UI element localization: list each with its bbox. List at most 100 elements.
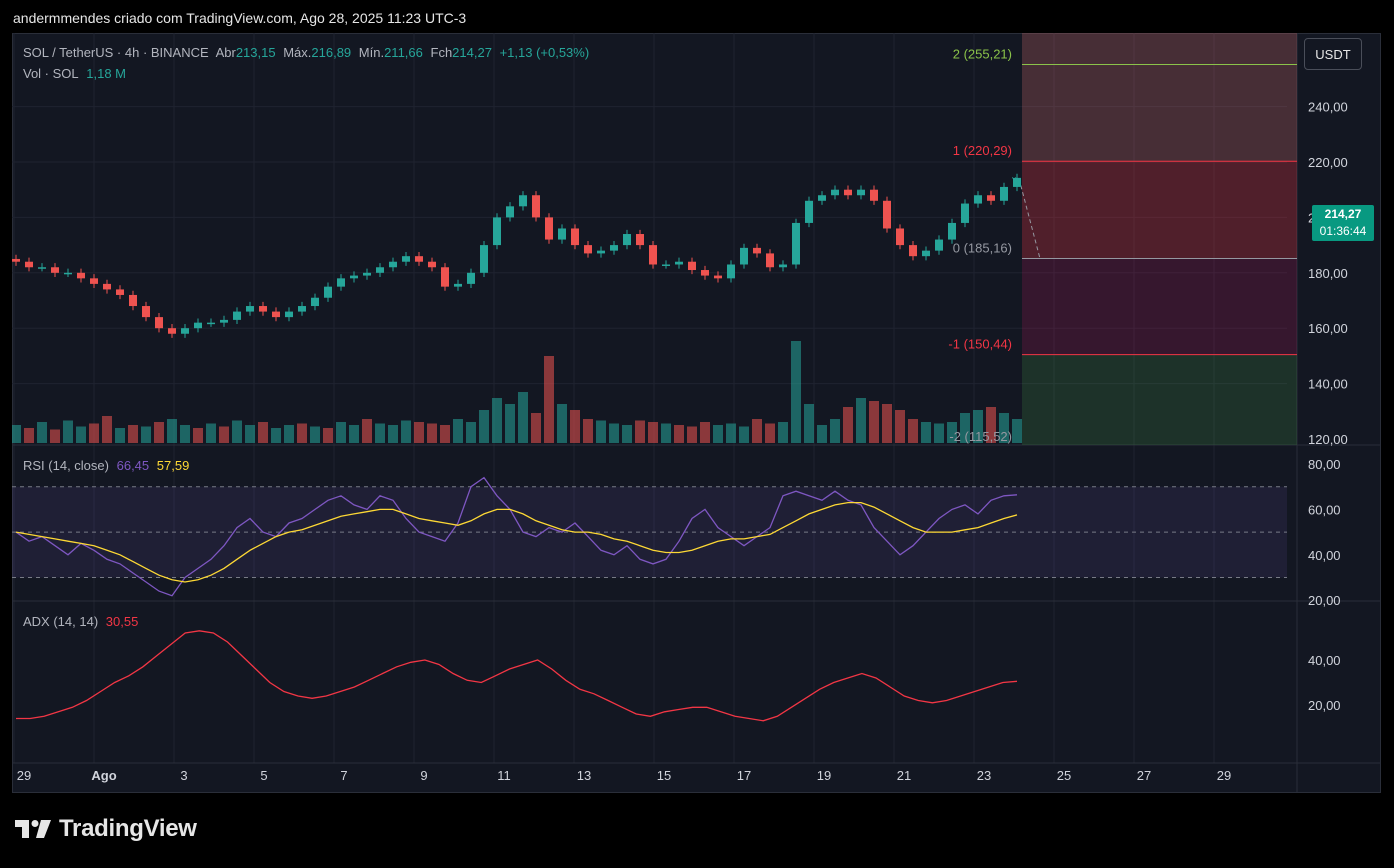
candle-body xyxy=(753,247,761,254)
volume-bar xyxy=(76,426,86,443)
candle-body xyxy=(597,250,605,254)
candle-body xyxy=(12,258,20,262)
time-axis-label: 13 xyxy=(577,768,591,783)
candle-body xyxy=(207,322,215,325)
candle-body xyxy=(857,189,865,196)
candle-body xyxy=(701,270,709,276)
volume-bar xyxy=(63,420,73,443)
time-axis[interactable]: 29 Ago 3 5 7 9 11 13 15 17 19 21 23 25 27 29 xyxy=(17,768,1231,783)
candle-body xyxy=(727,264,735,279)
candles xyxy=(12,173,1021,338)
candle-body xyxy=(623,234,631,246)
volume-bar xyxy=(908,419,918,443)
volume-bar xyxy=(817,425,827,443)
volume-legend-label[interactable]: Vol · SOL xyxy=(23,66,79,81)
candle-body xyxy=(272,311,280,318)
candle-body xyxy=(1013,177,1021,187)
volume-bar xyxy=(856,398,866,443)
volume-bar xyxy=(765,423,775,443)
fib-zone xyxy=(1022,354,1297,445)
time-axis-label: 29 xyxy=(1217,768,1231,783)
candle-body xyxy=(766,253,774,268)
volume-bar xyxy=(310,426,320,443)
tradingview-logo-icon xyxy=(15,820,51,838)
candle-body xyxy=(103,283,111,290)
candle-body xyxy=(142,306,150,318)
candle-body xyxy=(480,245,488,273)
volume-bar xyxy=(89,423,99,443)
candle-body xyxy=(792,222,800,265)
candle-body xyxy=(636,234,644,246)
volume-bar xyxy=(24,428,34,443)
time-axis-label: 3 xyxy=(180,768,187,783)
legend-open: 213,15 xyxy=(235,45,276,60)
time-axis-label: 7 xyxy=(340,768,347,783)
volume-bar xyxy=(492,398,502,443)
candle-body xyxy=(350,275,358,279)
candle-body xyxy=(194,322,202,329)
main-legend: SOL / TetherUS · 4h · BINANCE Abr213,15 … xyxy=(23,45,593,60)
volume-bar xyxy=(518,392,528,443)
candle-body xyxy=(259,306,267,312)
volume-bar xyxy=(115,428,125,443)
volume-bar xyxy=(869,401,879,443)
price-axis[interactable]: 240,00220,00200,00180,00160,00140,00120,… xyxy=(1308,100,1348,713)
candle-body xyxy=(506,206,514,218)
chart-canvas[interactable]: 240,00220,00200,00180,00160,00140,00120,… xyxy=(12,33,1381,793)
volume-bar xyxy=(557,404,567,443)
rsi-axis-label: 80,00 xyxy=(1308,457,1341,472)
volume-bar xyxy=(271,428,281,443)
rsi-legend: RSI (14, close) 66,45 57,59 xyxy=(23,458,193,473)
legend-open-label: Abr xyxy=(215,45,236,60)
current-price-badge: 214,27 01:36:44 xyxy=(1312,205,1374,241)
tradingview-logo-text: TradingView xyxy=(59,815,197,842)
time-axis-label: 5 xyxy=(260,768,267,783)
legend-symbol[interactable]: SOL / TetherUS · 4h · BINANCE xyxy=(23,45,209,60)
volume-bar xyxy=(921,422,931,443)
candle-body xyxy=(740,247,748,265)
price-axis-label: 180,00 xyxy=(1308,266,1348,281)
legend-close: 214,27 xyxy=(452,45,492,60)
volume-bar xyxy=(154,422,164,443)
fibonacci-extension[interactable] xyxy=(1010,33,1297,445)
candle-body xyxy=(64,272,72,275)
rsi-legend-label[interactable]: RSI (14, close) xyxy=(23,458,109,473)
volume-bar xyxy=(531,413,541,443)
currency-button[interactable]: USDT xyxy=(1304,38,1362,70)
candle-body xyxy=(688,261,696,271)
volume-bar xyxy=(453,419,463,443)
candle-body xyxy=(896,228,904,246)
current-price-label: 214,27 xyxy=(1324,207,1362,221)
candle-body xyxy=(909,245,917,257)
time-axis-label: 21 xyxy=(897,768,911,783)
volume-bar xyxy=(713,425,723,443)
volume-legend: Vol · SOL 1,18 M xyxy=(23,66,130,81)
volume-bar xyxy=(141,426,151,443)
volume-bar xyxy=(505,404,515,443)
adx-legend-label[interactable]: ADX (14, 14) xyxy=(23,614,98,629)
legend-low-label: Mín. xyxy=(358,45,385,60)
volume-bar xyxy=(882,404,892,443)
legend-high-label: Máx. xyxy=(283,45,312,60)
candle-body xyxy=(168,328,176,334)
fib-level-label: -2 (115,52) xyxy=(949,429,1012,444)
rsi-ma-legend-value: 57,59 xyxy=(156,458,190,473)
volume-bar xyxy=(167,419,177,443)
candle-body xyxy=(571,228,579,246)
fib-zone xyxy=(1022,33,1297,162)
volume-bar xyxy=(583,419,593,443)
rsi-pane xyxy=(12,476,1287,597)
volume-bar xyxy=(336,422,346,443)
legend-low: 211,66 xyxy=(384,45,423,60)
candle-body xyxy=(935,239,943,251)
candle-body xyxy=(38,267,46,269)
price-axis-label: 160,00 xyxy=(1308,321,1348,336)
candle-body xyxy=(77,272,85,279)
volume-bar xyxy=(180,425,190,443)
volume-bar xyxy=(232,420,242,443)
volume-bar xyxy=(635,420,645,443)
volume-bars xyxy=(12,341,1022,443)
candle-body xyxy=(129,294,137,307)
tradingview-logo[interactable]: TradingView xyxy=(15,815,197,843)
fibonacci-labels: 2 (255,21) 1 (220,29) 0 (185,16) -1 (150,44… xyxy=(948,46,1012,444)
